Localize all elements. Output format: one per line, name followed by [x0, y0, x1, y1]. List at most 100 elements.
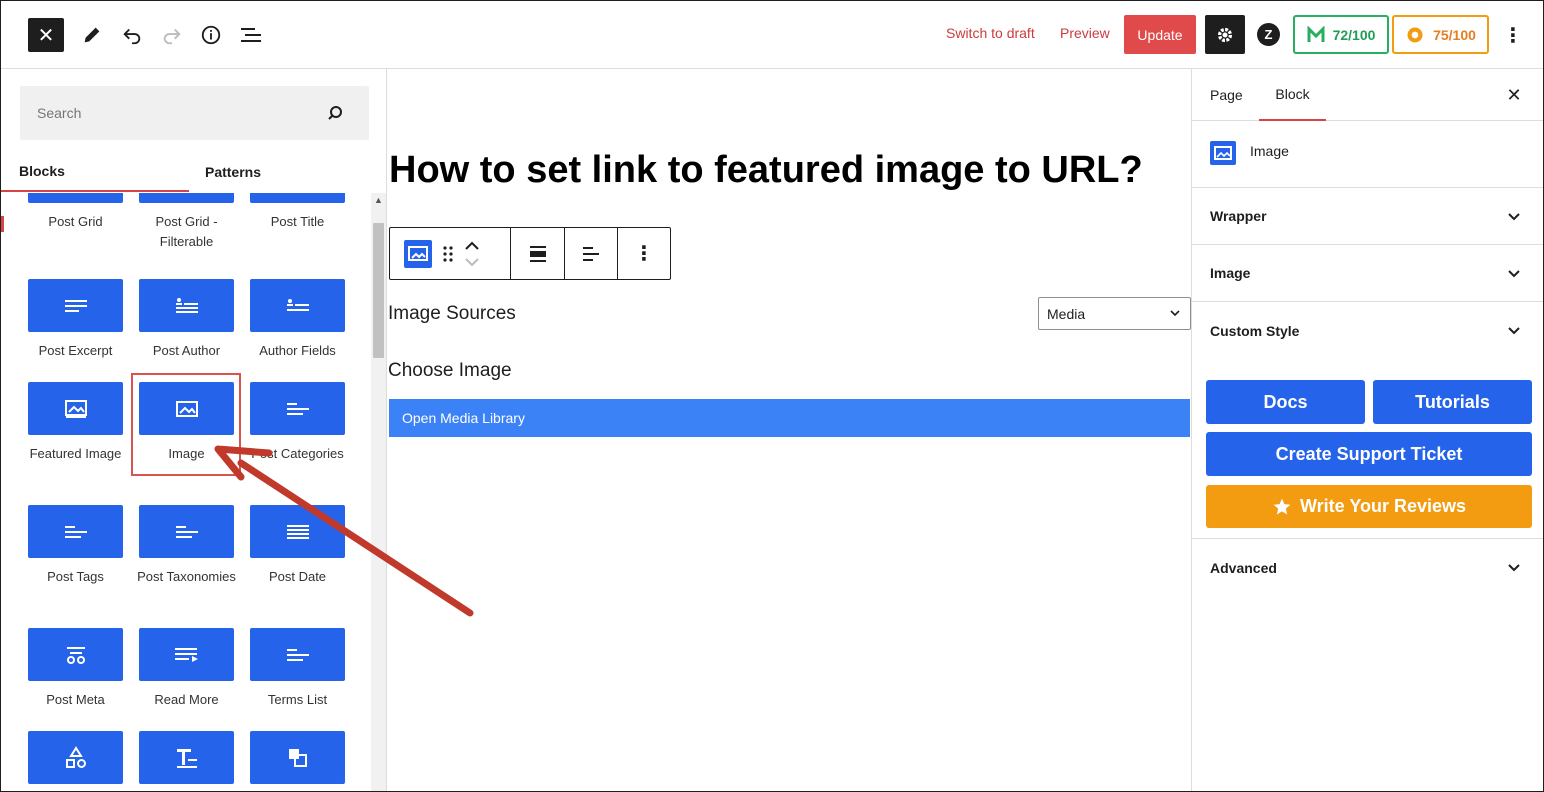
chevron-down-icon	[1508, 564, 1520, 572]
choose-image-label: Choose Image	[388, 360, 512, 381]
write-reviews-button[interactable]: Write Your Reviews	[1206, 485, 1532, 528]
block-item-label: Post Grid - Filterable	[155, 214, 218, 249]
tags-icon	[28, 505, 123, 558]
inserter-scrollbar[interactable]: ▲	[371, 193, 386, 791]
block-item-post-categories[interactable]: Post Categories	[242, 382, 353, 464]
redo-icon	[163, 28, 181, 45]
block-item-post-tags[interactable]: Post Tags	[20, 505, 131, 587]
block-item-post-meta[interactable]: Post Meta	[20, 628, 131, 710]
block-options-button[interactable]: ⋮	[618, 228, 670, 279]
block-item-post-title[interactable]: Post Title	[242, 193, 353, 232]
tools-button[interactable]	[77, 20, 107, 50]
details-button[interactable]	[196, 20, 226, 50]
block-item-label: Terms List	[267, 692, 328, 707]
block-card: Image	[1192, 121, 1543, 188]
settings-button[interactable]	[1205, 15, 1245, 54]
readability-score-button[interactable]: 75/100	[1392, 15, 1489, 54]
block-card-title: Image	[1250, 143, 1289, 159]
options-menu-button[interactable]: ⋮	[1501, 21, 1525, 49]
settings-sidebar: Page Block ✕ Image Wrapper Image Custom …	[1191, 69, 1543, 791]
plugin-logo-icon[interactable]: Z	[1257, 23, 1280, 46]
create-support-ticket-button[interactable]: Create Support Ticket	[1206, 432, 1532, 476]
panel-image[interactable]: Image	[1192, 245, 1543, 302]
chevron-down-icon	[1170, 310, 1180, 317]
shapes-icon	[28, 731, 123, 784]
block-item-post-taxonomies[interactable]: Post Taxonomies	[131, 505, 242, 587]
align-button[interactable]	[511, 228, 565, 279]
readability-gear-icon	[1407, 27, 1423, 42]
sidebar-tabs: Page Block ✕	[1192, 69, 1543, 121]
post-title[interactable]: How to set link to featured image to URL…	[389, 149, 1143, 192]
write-reviews-label: Write Your Reviews	[1299, 496, 1467, 516]
chevron-down-icon	[1508, 270, 1520, 278]
search-icon[interactable]	[327, 105, 343, 121]
block-item-terms-list[interactable]: Terms List	[242, 628, 353, 710]
seo-score-button[interactable]: 72/100	[1293, 15, 1389, 54]
block-item-read-more[interactable]: Read More	[131, 628, 242, 710]
top-toolbar: ✕ Switch to draft Preview Update Z 72/10…	[1, 1, 1543, 69]
block-item-post-excerpt[interactable]: Post Excerpt	[20, 279, 131, 361]
block-item-post-author[interactable]: Post Author	[131, 279, 242, 361]
block-item-post-grid-filterable[interactable]: Post Grid - Filterable	[131, 193, 242, 252]
image-block-highlight	[131, 373, 241, 476]
chevron-up-icon[interactable]	[464, 241, 480, 251]
chevron-down-icon[interactable]	[464, 257, 480, 267]
gear-icon	[1217, 27, 1233, 42]
block-type-button[interactable]	[404, 239, 432, 268]
block-item-featured-image[interactable]: Featured Image	[20, 382, 131, 464]
redo-button[interactable]	[157, 20, 187, 50]
image-sources-label: Image Sources	[388, 303, 516, 324]
taxonomies-icon	[139, 505, 234, 558]
panel-advanced[interactable]: Advanced	[1192, 539, 1543, 596]
close-icon: ✕	[1506, 84, 1522, 105]
grid-filter-icon	[139, 193, 234, 203]
block-item-post-grid[interactable]: Post Grid	[20, 193, 131, 232]
block-item-label: Post Author	[152, 343, 221, 358]
scroll-up-arrow-icon[interactable]: ▲	[374, 195, 383, 205]
block-item-author-fields[interactable]: Author Fields	[242, 279, 353, 361]
text-align-button[interactable]	[565, 228, 618, 279]
switch-to-draft-button[interactable]: Switch to draft	[946, 25, 1035, 41]
block-item-shapes[interactable]	[20, 731, 131, 791]
text-icon	[139, 731, 234, 784]
open-media-library-button[interactable]: Open Media Library	[389, 399, 1190, 437]
date-icon	[250, 505, 345, 558]
block-item-copy[interactable]	[242, 731, 353, 791]
tab-blocks[interactable]: Blocks	[1, 152, 189, 192]
panel-custom-style[interactable]: Custom Style	[1192, 302, 1543, 359]
undo-button[interactable]	[117, 20, 147, 50]
tab-patterns[interactable]: Patterns	[189, 152, 277, 192]
panel-title: Image	[1210, 265, 1251, 281]
seo-score-value: 72/100	[1332, 26, 1376, 43]
list-view-button[interactable]	[236, 20, 266, 50]
block-item-label: Featured Image	[29, 446, 122, 461]
author-icon	[139, 279, 234, 332]
image-sources-select[interactable]: Media	[1038, 297, 1191, 330]
image-icon	[408, 245, 428, 261]
block-item-text[interactable]	[131, 731, 242, 791]
update-button[interactable]: Update	[1124, 15, 1196, 54]
block-search-input[interactable]	[20, 86, 320, 140]
editor-canvas: How to set link to featured image to URL…	[388, 69, 1191, 791]
tab-page[interactable]: Page	[1210, 69, 1243, 121]
editor-window: ✕ Switch to draft Preview Update Z 72/10…	[0, 0, 1544, 792]
docs-button[interactable]: Docs	[1206, 380, 1365, 424]
block-item-post-date[interactable]: Post Date	[242, 505, 353, 587]
close-icon: ✕	[37, 24, 55, 47]
block-grid: Post Grid Post Grid - Filterable Post Ti…	[1, 193, 371, 791]
block-item-label: Post Taxonomies	[137, 569, 236, 584]
preview-button[interactable]: Preview	[1060, 25, 1110, 41]
block-item-label: Post Excerpt	[38, 343, 113, 358]
scroll-thumb[interactable]	[373, 223, 384, 358]
tab-block[interactable]: Block	[1259, 69, 1326, 121]
panel-wrapper[interactable]: Wrapper	[1192, 188, 1543, 245]
drag-handle-icon[interactable]	[442, 245, 454, 263]
block-item-label: Post Categories	[251, 446, 344, 461]
close-sidebar-button[interactable]: ✕	[1502, 83, 1526, 107]
more-vertical-icon: ⋮	[634, 243, 654, 265]
block-item-label: Post Date	[268, 569, 327, 584]
tutorials-button[interactable]: Tutorials	[1373, 380, 1532, 424]
chevron-down-icon	[1508, 213, 1520, 221]
close-inserter-button[interactable]: ✕	[28, 18, 64, 52]
inserter-tabs: Blocks Patterns	[1, 152, 387, 192]
